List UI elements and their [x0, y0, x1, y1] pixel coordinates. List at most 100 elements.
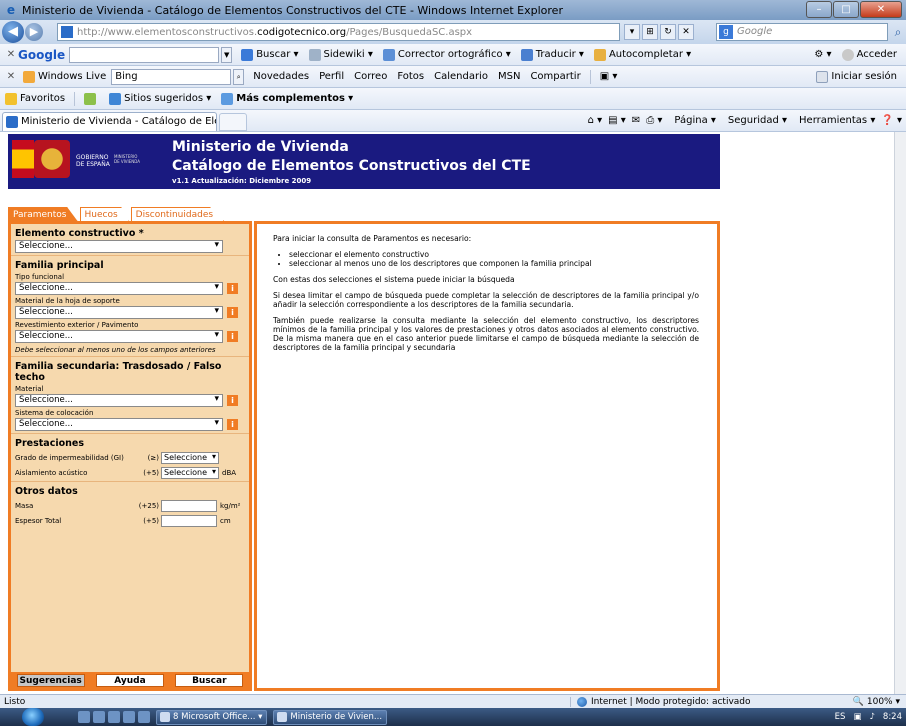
clock[interactable]: 8:24	[883, 712, 902, 722]
wl-item-1[interactable]: Perfil	[319, 71, 344, 82]
google-logo: Google	[18, 47, 66, 62]
wl-item-0[interactable]: Novedades	[253, 71, 309, 82]
espesor-input[interactable]	[161, 515, 217, 527]
taskbar-office-button[interactable]: 8 Microsoft Office... ▾	[156, 709, 268, 725]
ayuda-button[interactable]: Ayuda	[95, 673, 164, 687]
feeds-icon[interactable]: ▤ ▾	[608, 115, 626, 126]
sistema-label: Sistema de colocación	[15, 409, 94, 417]
command-bar: ⌂ ▾ ▤ ▾ ✉ ⎙ ▾ Página ▾ Seguridad ▾ Herra…	[582, 115, 902, 126]
elemento-select[interactable]: Seleccione...	[15, 240, 223, 253]
url-field[interactable]: http://www.elementosconstructivos. codigo…	[57, 23, 620, 41]
windows-taskbar: 8 Microsoft Office... ▾ Ministerio de Vi…	[0, 708, 906, 726]
vertical-scrollbar[interactable]	[894, 132, 906, 694]
forward-button[interactable]: ▶	[25, 23, 43, 41]
traducir-button[interactable]: Traducir ▾	[520, 48, 584, 61]
wl-item-6[interactable]: Compartir	[530, 71, 580, 82]
tab-paramentos[interactable]: Paramentos	[8, 207, 78, 221]
google-toolbar-search-input[interactable]	[69, 46, 220, 63]
close-toolbar-icon[interactable]: ✕	[4, 49, 18, 60]
language-indicator[interactable]: ES	[835, 712, 846, 722]
maximize-button[interactable]: □	[833, 1, 859, 18]
home-icon[interactable]: ⌂ ▾	[588, 115, 603, 126]
tab-discontinuidades[interactable]: Discontinuidades	[130, 207, 225, 221]
network-icon[interactable]: ▣	[853, 712, 861, 722]
seguridad-menu[interactable]: Seguridad ▾	[722, 115, 787, 126]
info-icon[interactable]: i	[227, 395, 238, 406]
ie-quicklaunch-icon[interactable]	[108, 711, 120, 723]
info-icon[interactable]: i	[227, 283, 238, 294]
buscar-button[interactable]: Buscar	[175, 673, 244, 687]
taskbar-ie-button[interactable]: Ministerio de Vivien...	[273, 709, 388, 725]
info-icon[interactable]: i	[227, 419, 238, 430]
autofill-icon	[593, 48, 606, 61]
tipo-funcional-select[interactable]: Seleccione...	[15, 282, 223, 295]
material-hoja-select[interactable]: Seleccione...	[15, 306, 223, 319]
sistema-select[interactable]: Seleccione...	[15, 418, 223, 431]
close-toolbar-icon[interactable]: ✕	[4, 71, 18, 82]
add-favorite-icon[interactable]	[84, 92, 99, 105]
google-search-dropdown-icon[interactable]: ▼	[221, 46, 233, 63]
material-label: Material	[15, 385, 44, 393]
favoritos-button[interactable]: Favoritos	[5, 92, 65, 105]
google-buscar-button[interactable]: Buscar ▾	[241, 48, 299, 61]
refresh-icon[interactable]: ↻	[660, 24, 676, 40]
gobierno-line-2: DE ESPAÑA	[76, 161, 110, 168]
print-icon[interactable]: ⎙ ▾	[646, 115, 662, 126]
start-button[interactable]	[22, 708, 44, 726]
mail-icon[interactable]: ✉	[632, 115, 640, 126]
search-go-icon[interactable]: ⌕	[890, 25, 906, 40]
wl-item-3[interactable]: Fotos	[397, 71, 424, 82]
url-dropdown-icon[interactable]: ▾	[624, 24, 640, 40]
corrector-label: Corrector ortográfico	[397, 49, 503, 60]
new-tab-button[interactable]	[219, 112, 247, 131]
minimize-button[interactable]: –	[806, 1, 832, 18]
corrector-button[interactable]: Corrector ortográfico ▾	[382, 48, 511, 61]
sugerencias-button[interactable]: Sugerencias	[16, 673, 85, 687]
help-icon[interactable]: ❓ ▾	[881, 115, 902, 126]
tab-huecos[interactable]: Huecos	[79, 207, 129, 221]
sidewiki-button[interactable]: Sidewiki ▾	[308, 48, 373, 61]
iniciar-sesion-button[interactable]: Iniciar sesión	[816, 70, 897, 83]
add-favorite-star-icon	[84, 92, 97, 105]
herramientas-menu[interactable]: Herramientas ▾	[793, 115, 875, 126]
windows-live-label: Windows Live	[38, 71, 107, 82]
bing-search-input[interactable]: Bing	[111, 68, 232, 85]
acceder-button[interactable]: Acceder	[841, 48, 897, 61]
browser-tab[interactable]: Ministerio de Vivienda - Catálogo de Ele…	[2, 111, 217, 131]
otros-datos-heading: Otros datos	[15, 486, 78, 497]
quick-launch	[78, 711, 150, 723]
switch-windows-icon[interactable]	[93, 711, 105, 723]
show-desktop-icon[interactable]	[78, 711, 90, 723]
info-icon[interactable]: i	[227, 331, 238, 342]
zoom-level[interactable]: 🔍 100% ▾	[810, 697, 900, 707]
aislamiento-select[interactable]: Seleccione	[161, 467, 219, 479]
browser-search-input[interactable]: g Google	[716, 23, 888, 41]
pagina-menu[interactable]: Página ▾	[668, 115, 716, 126]
wl-item-5[interactable]: MSN	[498, 71, 520, 82]
wl-tools-icon[interactable]: ▣ ▾	[600, 71, 618, 82]
sitios-sugeridos-link[interactable]: Sitios sugeridos ▾	[109, 92, 211, 105]
revestimiento-select[interactable]: Seleccione...	[15, 330, 223, 343]
elemento-heading: Elemento constructivo *	[15, 228, 144, 239]
compat-view-icon[interactable]: ⊞	[642, 24, 658, 40]
explorer-quicklaunch-icon[interactable]	[123, 711, 135, 723]
bing-search-icon[interactable]: ⌕	[233, 68, 245, 85]
wl-item-4[interactable]: Calendario	[434, 71, 488, 82]
security-zone[interactable]: Internet | Modo protegido: activado	[570, 696, 810, 707]
outlook-quicklaunch-icon[interactable]	[138, 711, 150, 723]
material-select[interactable]: Seleccione...	[15, 394, 223, 407]
volume-icon[interactable]: ♪	[869, 712, 874, 722]
aislamiento-label: Aislamiento acústico	[15, 469, 88, 477]
grado-select[interactable]: Seleccione	[161, 452, 219, 464]
help-intro: Para iniciar la consulta de Paramentos e…	[273, 234, 472, 243]
back-button[interactable]: ◀	[2, 21, 24, 43]
stop-icon[interactable]: ✕	[678, 24, 694, 40]
espesor-operator: (+5)	[143, 517, 159, 525]
masa-input[interactable]	[161, 500, 217, 512]
close-button[interactable]: ✕	[860, 1, 902, 18]
wrench-icon[interactable]: ⚙ ▾	[814, 49, 831, 60]
mas-complementos-link[interactable]: Más complementos ▾	[221, 92, 353, 105]
wl-item-2[interactable]: Correo	[354, 71, 387, 82]
info-icon[interactable]: i	[227, 307, 238, 318]
autocompletar-button[interactable]: Autocompletar ▾	[593, 48, 691, 61]
